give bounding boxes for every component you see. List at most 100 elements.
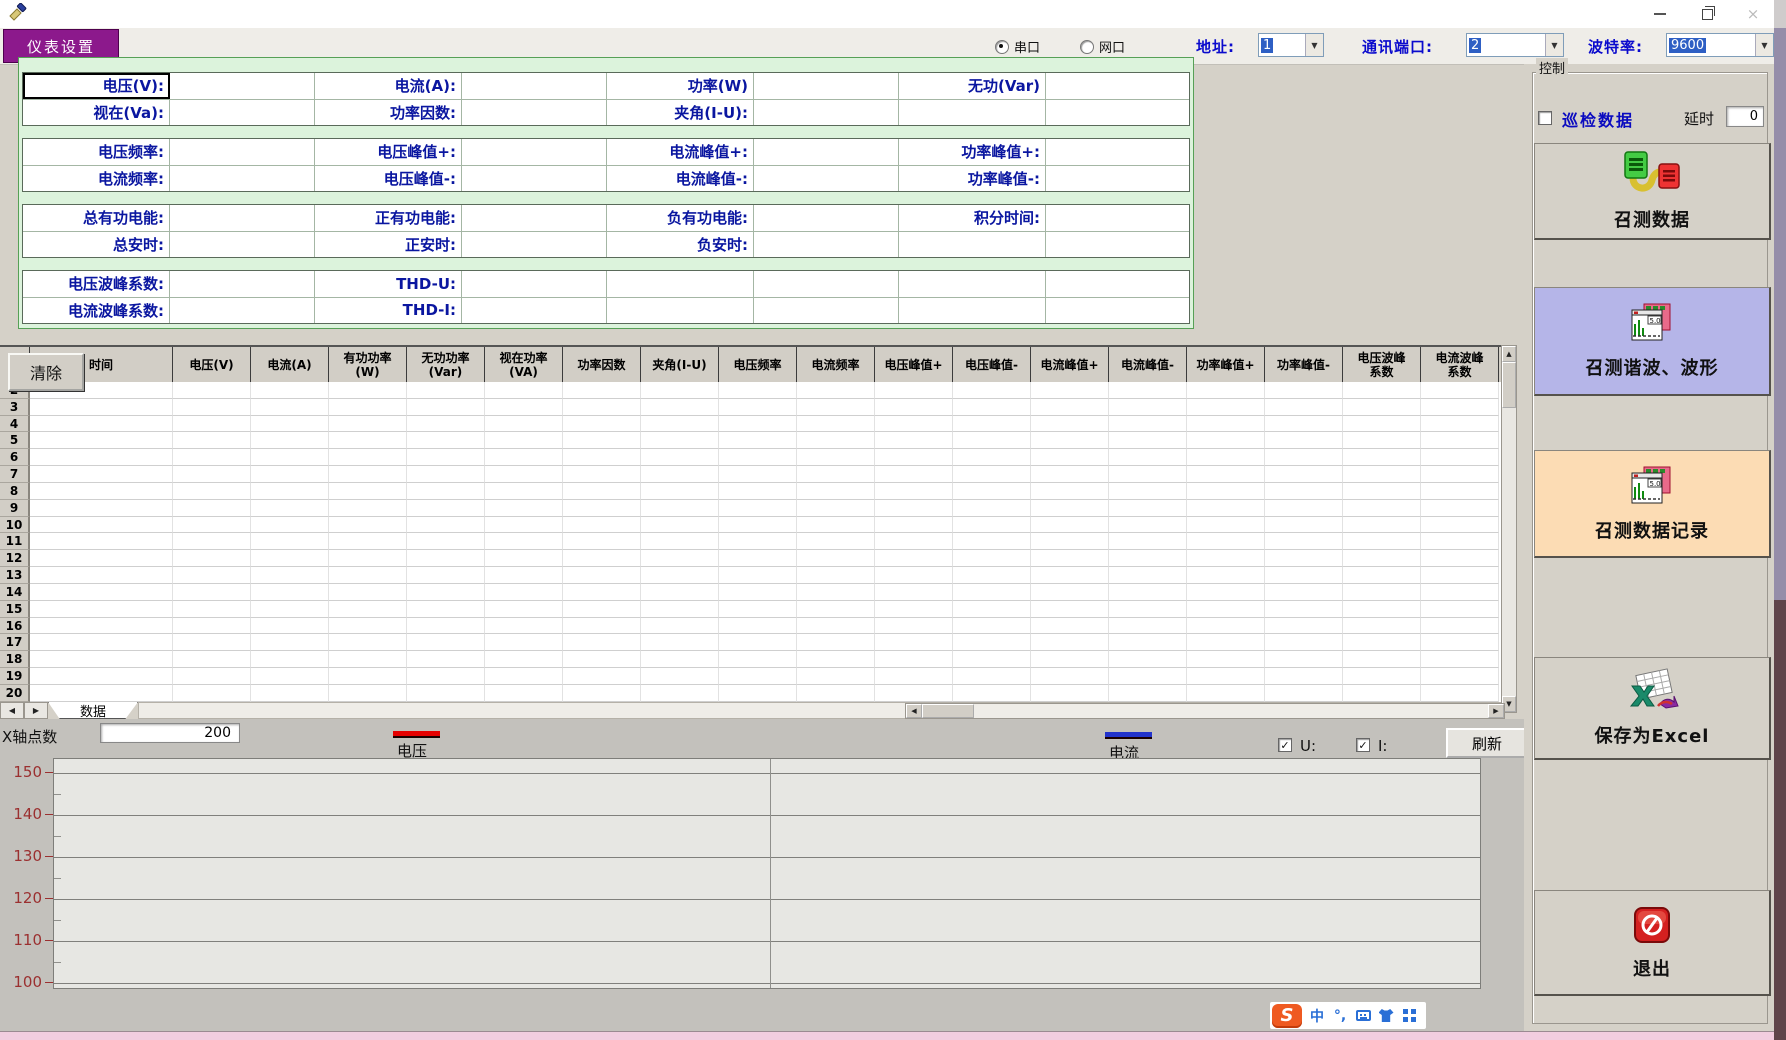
table-cell[interactable] (173, 651, 251, 668)
table-cell[interactable] (1031, 533, 1109, 550)
sheet-tab-data[interactable]: 数据 (48, 702, 138, 719)
table-cell[interactable] (1109, 634, 1187, 651)
scrollbar-thumb[interactable] (922, 704, 974, 718)
panel-cell-value[interactable] (462, 166, 607, 192)
close-button[interactable]: × (1738, 6, 1768, 22)
table-cell[interactable] (1421, 601, 1499, 618)
table-cell[interactable] (1265, 651, 1343, 668)
table-cell[interactable] (1187, 466, 1265, 483)
table-cell[interactable] (30, 618, 173, 635)
table-cell[interactable] (407, 382, 485, 399)
table-cell[interactable] (797, 550, 875, 567)
table-cell[interactable] (563, 399, 641, 416)
table-cell[interactable] (173, 483, 251, 500)
panel-cell-label[interactable]: THD-U: (315, 271, 462, 297)
table-cell[interactable] (719, 634, 797, 651)
table-cell[interactable] (30, 416, 173, 433)
table-cell[interactable] (719, 416, 797, 433)
table-cell[interactable] (173, 382, 251, 399)
row-number[interactable]: 20 (0, 685, 30, 702)
network-radio[interactable]: 网口 (1080, 37, 1125, 56)
table-cell[interactable] (1421, 634, 1499, 651)
table-cell[interactable] (407, 618, 485, 635)
table-cell[interactable] (173, 399, 251, 416)
table-cell[interactable] (485, 432, 563, 449)
panel-cell-value[interactable] (170, 166, 315, 192)
table-cell[interactable] (1343, 533, 1421, 550)
table-cell[interactable] (1031, 550, 1109, 567)
table-cell[interactable] (875, 651, 953, 668)
table-cell[interactable] (30, 634, 173, 651)
chinese-mode-icon[interactable]: 中 (1309, 1008, 1325, 1024)
table-cell[interactable] (1265, 432, 1343, 449)
panel-cell-label[interactable]: 电流峰值-: (607, 166, 754, 192)
table-cell[interactable] (1421, 668, 1499, 685)
table-cell[interactable] (485, 634, 563, 651)
table-cell[interactable] (875, 668, 953, 685)
table-cell[interactable] (719, 584, 797, 601)
baud-rate-combobox[interactable]: 9600 ▼ (1666, 33, 1774, 57)
table-cell[interactable] (953, 634, 1031, 651)
panel-cell-value[interactable] (462, 73, 607, 99)
table-cell[interactable] (797, 533, 875, 550)
table-cell[interactable] (251, 550, 329, 567)
x-points-input[interactable]: 200 (100, 723, 240, 743)
table-cell[interactable] (251, 449, 329, 466)
table-cell[interactable] (407, 685, 485, 702)
table-cell[interactable] (563, 432, 641, 449)
table-cell[interactable] (1265, 668, 1343, 685)
table-cell[interactable] (641, 567, 719, 584)
panel-cell-value[interactable] (170, 271, 315, 297)
panel-cell-value[interactable] (1046, 232, 1189, 258)
table-cell[interactable] (251, 432, 329, 449)
refresh-button[interactable]: 刷新 (1446, 728, 1528, 758)
table-vertical-scrollbar[interactable]: ▲ ▼ (1501, 345, 1517, 713)
table-cell[interactable] (1265, 533, 1343, 550)
table-cell[interactable] (1187, 601, 1265, 618)
table-cell[interactable] (1421, 416, 1499, 433)
table-cell[interactable] (641, 550, 719, 567)
table-cell[interactable] (719, 466, 797, 483)
table-cell[interactable] (173, 634, 251, 651)
sogou-logo[interactable]: S (1272, 1004, 1302, 1028)
keyboard-icon[interactable] (1355, 1008, 1371, 1024)
table-cell[interactable] (251, 416, 329, 433)
table-cell[interactable] (30, 550, 173, 567)
panel-cell-label[interactable] (899, 100, 1046, 126)
grid-menu-icon[interactable] (1401, 1008, 1417, 1024)
panel-cell-value[interactable] (462, 100, 607, 126)
table-cell[interactable] (1187, 517, 1265, 534)
table-cell[interactable] (173, 550, 251, 567)
clear-button[interactable]: 清除 (8, 353, 84, 391)
panel-cell-value[interactable] (1046, 298, 1189, 324)
table-cell[interactable] (173, 517, 251, 534)
table-cell[interactable] (563, 668, 641, 685)
table-cell[interactable] (953, 685, 1031, 702)
panel-cell-label[interactable] (607, 271, 754, 297)
table-cell[interactable] (641, 399, 719, 416)
table-cell[interactable] (329, 416, 407, 433)
panel-cell-value[interactable] (1046, 271, 1189, 297)
row-number[interactable]: 16 (0, 618, 30, 635)
table-header-cell[interactable]: 电压峰值+ (875, 347, 953, 384)
panel-cell-value[interactable] (462, 298, 607, 324)
table-cell[interactable] (1109, 517, 1187, 534)
table-cell[interactable] (563, 500, 641, 517)
row-number[interactable]: 14 (0, 584, 30, 601)
table-cell[interactable] (485, 517, 563, 534)
table-cell[interactable] (953, 651, 1031, 668)
chevron-down-icon[interactable]: ▼ (1305, 34, 1323, 56)
table-cell[interactable] (953, 500, 1031, 517)
table-cell[interactable] (329, 399, 407, 416)
scroll-up-icon[interactable]: ▲ (1502, 346, 1516, 362)
panel-cell-value[interactable] (754, 73, 899, 99)
table-cell[interactable] (1031, 618, 1109, 635)
row-number[interactable]: 15 (0, 601, 30, 618)
table-cell[interactable] (30, 584, 173, 601)
row-number[interactable]: 18 (0, 651, 30, 668)
row-number[interactable]: 9 (0, 500, 30, 517)
table-cell[interactable] (719, 399, 797, 416)
panel-cell-value[interactable] (1046, 73, 1189, 99)
table-cell[interactable] (1109, 500, 1187, 517)
delay-input[interactable]: 0 (1726, 106, 1764, 127)
